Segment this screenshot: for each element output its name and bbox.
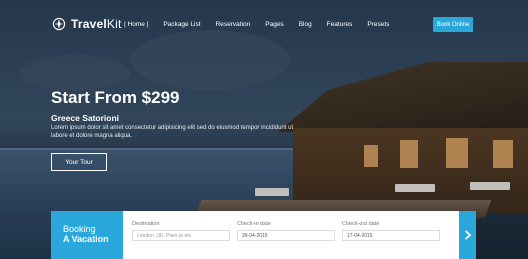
nav-item-package-list[interactable]: Package List [163, 21, 200, 28]
main-nav: Home Package List Reservation Pages Blog… [124, 21, 404, 28]
checkin-label: Check-in date [237, 221, 271, 227]
nav-item-features[interactable]: Features [327, 21, 353, 28]
checkout-label: Check-out date [342, 221, 380, 227]
destination-label: Destination [132, 221, 160, 227]
booking-form: Destination London, UK, Plain or etc Che… [123, 211, 459, 259]
checkin-field-group: Check-in date 26-04-2015 [237, 221, 335, 241]
destination-field-group: Destination London, UK, Plain or etc [132, 221, 230, 241]
nav-item-presets[interactable]: Presets [367, 21, 389, 28]
booking-title-line2: A Vacation [63, 234, 109, 244]
brand-logo[interactable]: TravelKit [52, 17, 122, 31]
booking-title-line1: Booking [63, 224, 96, 234]
nav-item-blog[interactable]: Blog [299, 21, 312, 28]
nav-item-reservation[interactable]: Reservation [216, 21, 251, 28]
nav-item-home[interactable]: Home [124, 21, 148, 28]
chevron-right-icon [464, 230, 471, 240]
your-tour-button[interactable]: Your Tour [51, 153, 107, 171]
destination-input[interactable]: London, UK, Plain or etc [132, 230, 230, 241]
booking-submit-button[interactable] [459, 211, 476, 259]
brand-name: TravelKit [71, 17, 122, 31]
booking-title: Booking A Vacation [51, 211, 123, 259]
hero-banner: TravelKit Home Package List Reservation … [0, 0, 528, 259]
checkout-date-input[interactable]: 17-04-2015 [342, 230, 440, 241]
checkout-field-group: Check-out date 17-04-2015 [342, 221, 440, 241]
hero-subtitle: Greece Satorioni [51, 113, 120, 123]
brand-name-bold: Travel [71, 17, 107, 31]
hero-headline: Start From $299 [51, 88, 180, 107]
checkin-date-input[interactable]: 26-04-2015 [237, 230, 335, 241]
hero-description: Lorem ipsum dolor sit amet consectetur a… [51, 125, 294, 139]
brand-name-light: Kit [106, 17, 122, 31]
nav-item-pages[interactable]: Pages [265, 21, 283, 28]
book-online-button[interactable]: Book Online [433, 17, 473, 32]
compass-icon [52, 17, 66, 31]
